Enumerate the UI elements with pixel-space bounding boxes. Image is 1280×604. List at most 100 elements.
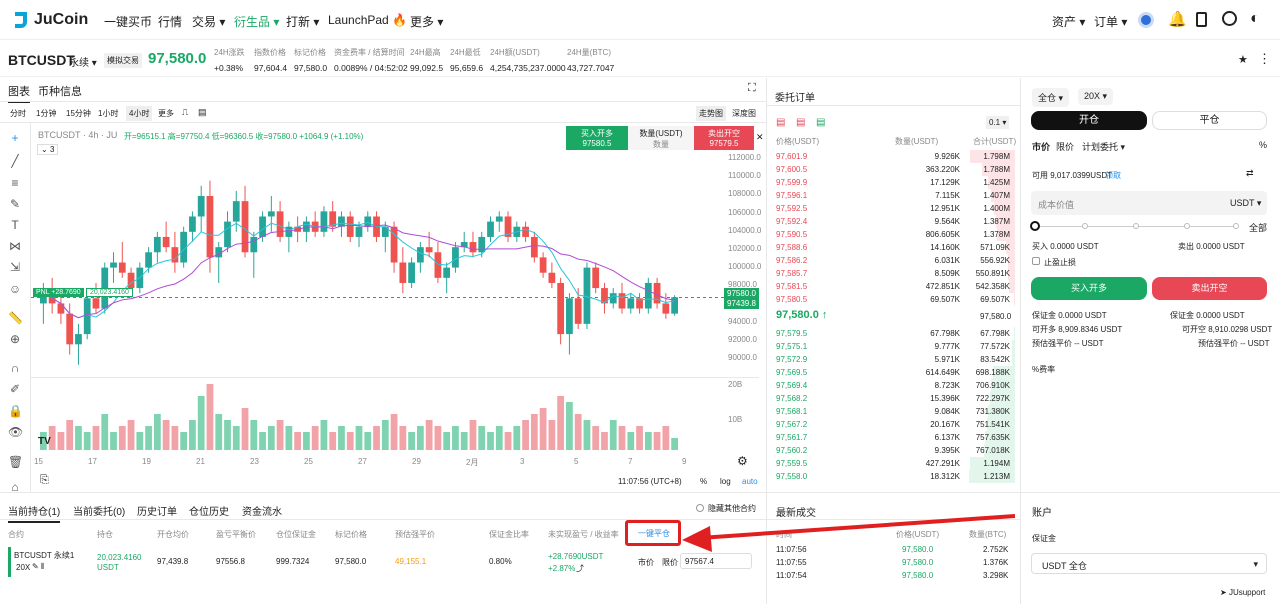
lock-draw-icon[interactable]: ✐ (8, 382, 22, 396)
chart-settings-icon[interactable]: ⚙ (737, 454, 748, 468)
order-type-limit[interactable]: 限价 (1056, 140, 1074, 153)
tab-funding[interactable]: 资金流水 (242, 503, 282, 518)
measure-icon[interactable]: ⇲ (8, 260, 22, 274)
nav-new-listing[interactable]: 打新 ▾ (286, 13, 319, 30)
interval-1h[interactable]: 1小时 (98, 108, 118, 119)
order-type-market[interactable]: 市价 (1032, 140, 1050, 153)
support-link[interactable]: ➤ JUsupport (1220, 588, 1265, 597)
slider-mark[interactable] (1233, 223, 1239, 229)
volume-bar (425, 420, 433, 450)
pos-symbol[interactable]: BTCUSDT 永续1 (14, 550, 74, 561)
emoji-icon[interactable]: ☺ (8, 282, 22, 296)
account-margin-select[interactable]: USDT 全仓 ▾ (1031, 553, 1267, 574)
slider-handle[interactable] (1030, 221, 1040, 231)
avatar[interactable] (1138, 12, 1154, 28)
tab-coin-info[interactable]: 币种信息 (38, 83, 82, 99)
theme-moon-icon[interactable]: ◐ (1250, 10, 1260, 28)
language-icon[interactable] (1222, 11, 1237, 26)
view-both-icon[interactable]: ▤ (776, 117, 785, 128)
crosshair-icon[interactable]: + (8, 131, 22, 145)
download-icon[interactable] (1196, 12, 1207, 27)
fee-rate-link[interactable]: %费率 (1032, 364, 1055, 375)
nav-more[interactable]: 更多 ▾ (410, 13, 443, 30)
leverage-select[interactable]: 20X ▾ (1078, 88, 1114, 105)
auto-toggle[interactable]: auto (742, 477, 758, 486)
nav-markets[interactable]: 行情 (158, 13, 182, 30)
close-position-tab[interactable]: 平仓 (1152, 111, 1267, 130)
view-bids-icon[interactable]: ▤ (816, 117, 825, 128)
more-dots-icon[interactable]: ⋮ (1258, 51, 1271, 67)
log-toggle[interactable]: log (720, 477, 731, 486)
tab-positions[interactable]: 当前持仓(1) (8, 503, 61, 523)
trendline-icon[interactable]: ╱ (8, 154, 22, 168)
view-asks-icon[interactable]: ▤ (796, 117, 805, 128)
open-position-tab[interactable]: 开仓 (1031, 111, 1147, 130)
nav-buy-crypto[interactable]: 一键买币 (104, 13, 152, 30)
slider-mark[interactable] (1082, 223, 1088, 229)
fullscreen-icon[interactable]: ⛶ (748, 82, 756, 95)
nav-launchpad[interactable]: LaunchPad 🔥 (328, 13, 407, 27)
precision-select[interactable]: 0.1 ▾ (986, 116, 1010, 129)
tab-chart[interactable]: 图表 (8, 83, 30, 103)
interval-more[interactable]: 更多 (158, 108, 174, 119)
tab-order-history[interactable]: 历史订单 (137, 503, 177, 518)
star-icon[interactable]: ★ (1238, 53, 1248, 66)
sell-short-button[interactable]: 卖出开空 (1152, 277, 1267, 300)
candlestick-chart[interactable] (31, 150, 759, 475)
nav-derivatives[interactable]: 衍生品 ▾ (234, 13, 279, 30)
close-market-tab[interactable]: 市价 (638, 557, 654, 568)
quick-qty-input[interactable]: 数量(USDT) 数量 (628, 126, 694, 150)
tab-open-orders[interactable]: 当前委托(0) (73, 503, 125, 518)
lock-icon[interactable]: 🔒 (8, 404, 23, 418)
brand-name[interactable]: JuCoin (34, 11, 88, 29)
symbol[interactable]: BTCUSDT (8, 52, 75, 68)
trash-icon[interactable]: 🗑 (8, 455, 23, 469)
eye-icon[interactable]: 👁 (8, 425, 23, 439)
claim-link[interactable]: 领取 (1105, 170, 1121, 181)
transfer-icon[interactable]: ⇄ (1246, 168, 1254, 179)
indicator-icon[interactable]: ⎍ (182, 107, 188, 118)
magnet-icon[interactable]: ∩ (8, 361, 22, 375)
hlines-icon[interactable]: ≡ (8, 176, 22, 190)
tpsl-checkbox[interactable] (1032, 257, 1040, 265)
stat-change: 24H涨跌 +0.38% (214, 48, 245, 73)
settings-icon[interactable]: ▤ (198, 107, 207, 118)
fee-icon[interactable]: % (1259, 140, 1267, 150)
view-depth[interactable]: 深度图 (732, 108, 756, 119)
pen-icon[interactable]: ✎ (8, 197, 22, 211)
pct-toggle[interactable]: % (700, 477, 707, 486)
pos-leverage[interactable]: 20X (16, 563, 30, 572)
collapse-icon[interactable]: ⌂ (8, 480, 22, 494)
share-icon[interactable]: ⤴ (576, 563, 584, 574)
text-icon[interactable]: T (8, 218, 22, 232)
nav-trade[interactable]: 交易 ▾ (192, 13, 225, 30)
buy-long-button[interactable]: 买入开多 (1031, 277, 1147, 300)
quick-sell-button[interactable]: 卖出开空 97579.5 (694, 126, 754, 150)
interval-time[interactable]: 分时 (10, 108, 26, 119)
goto-date-icon[interactable]: ⎘ (40, 474, 49, 487)
bell-icon[interactable]: 🔔 (1168, 10, 1187, 28)
margin-mode-select[interactable]: 全仓 ▾ (1032, 88, 1070, 107)
slider-mark[interactable] (1184, 223, 1190, 229)
zoom-in-icon[interactable]: ⊕ (8, 332, 22, 346)
edit-icon[interactable]: ✎ ⦀ (32, 562, 44, 572)
interval-1m[interactable]: 1分钟 (36, 108, 56, 119)
quick-buy-button[interactable]: 买入开多 97580.5 (566, 126, 628, 150)
order-type-trigger[interactable]: 计划委托 ▾ (1082, 140, 1125, 153)
unit-select[interactable]: USDT ▾ (1230, 198, 1261, 209)
view-trend[interactable]: 走势图 (696, 106, 726, 121)
close-icon[interactable]: ✕ (756, 132, 764, 143)
candle-body (627, 298, 635, 309)
ruler-icon[interactable]: 📏 (8, 311, 23, 325)
jucoin-logo-icon[interactable] (12, 10, 30, 30)
contract-type[interactable]: 永续 ▾ (69, 54, 97, 69)
pattern-icon[interactable]: ⋈ (8, 239, 22, 253)
tab-position-history[interactable]: 仓位历史 (189, 503, 229, 518)
nav-assets[interactable]: 资产 ▾ (1052, 13, 1085, 30)
close-all-button[interactable]: 一键平仓 (638, 528, 670, 539)
nav-orders[interactable]: 订单 ▾ (1094, 13, 1127, 30)
interval-4h[interactable]: 4小时 (126, 106, 153, 121)
interval-15m[interactable]: 15分钟 (66, 108, 91, 119)
all-button[interactable]: 全部 (1249, 221, 1267, 234)
slider-mark[interactable] (1133, 223, 1139, 229)
